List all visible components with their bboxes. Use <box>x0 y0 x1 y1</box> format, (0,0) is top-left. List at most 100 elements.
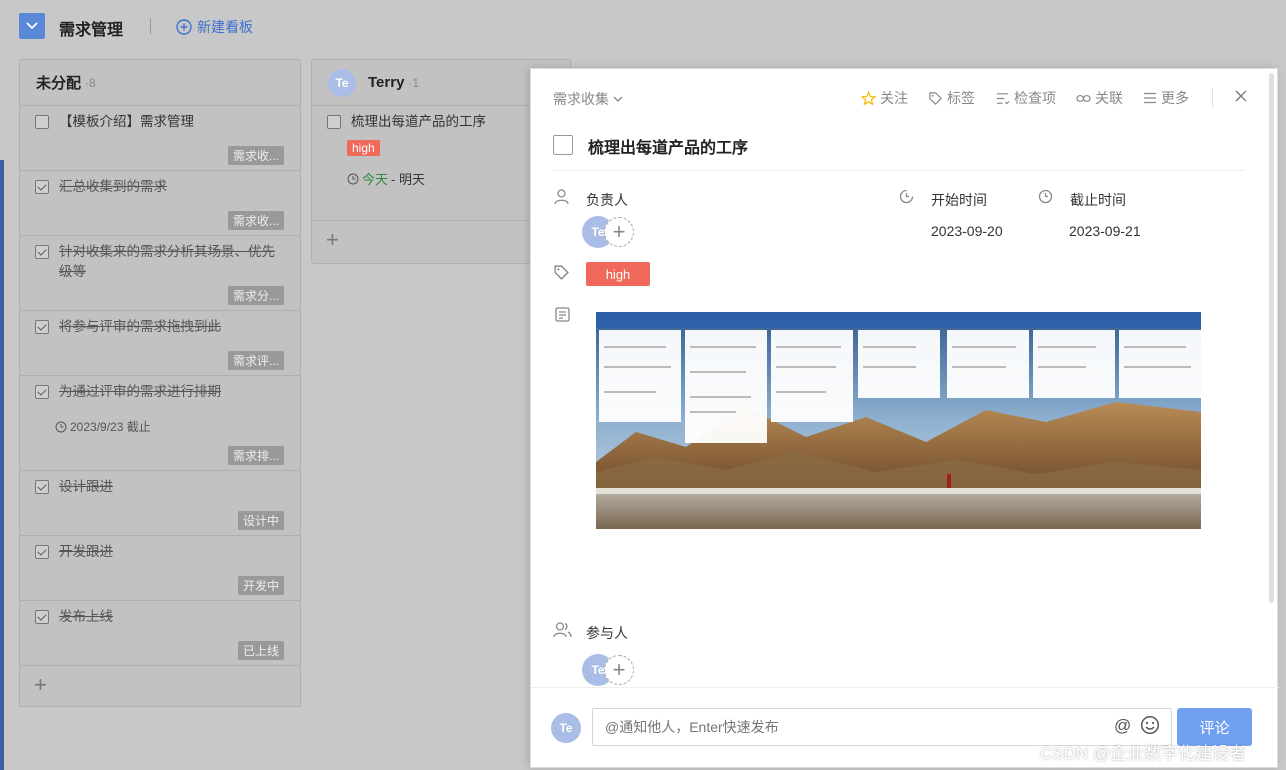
left-nav-stripe <box>0 160 4 770</box>
plus-icon: + <box>612 657 626 682</box>
chevron-down-icon <box>613 96 623 102</box>
task-card[interactable]: 发布上线 已上线 <box>20 601 300 666</box>
task-title: 为通过评审的需求进行排期 <box>59 384 221 399</box>
column-name: Terry <box>368 74 405 91</box>
participants-label: 参与人 <box>586 625 628 641</box>
task-title: 设计跟进 <box>59 479 113 494</box>
panel-header: 需求收集 关注 标签 检查项 关联 更多 <box>531 69 1279 125</box>
start-time-label: 开始时间 <box>931 192 987 208</box>
due-date-text: 2023/9/23 截止 <box>70 420 151 434</box>
tags-label: 标签 <box>947 90 975 106</box>
board-title: 需求管理 <box>59 22 124 39</box>
follow-label: 关注 <box>880 90 908 106</box>
task-title-row: 梳理出每道产品的工序 <box>553 131 1245 171</box>
task-card[interactable]: 【模板介绍】需求管理 需求收... <box>20 106 300 171</box>
avatar: Te <box>551 713 581 743</box>
task-checkbox[interactable] <box>35 480 49 494</box>
close-button[interactable] <box>1235 85 1247 108</box>
user-icon <box>553 188 570 208</box>
task-card[interactable]: 汇总收集到的需求 需求收... <box>20 171 300 236</box>
plus-icon: + <box>326 227 339 252</box>
menu-icon <box>1144 92 1156 104</box>
task-title: 【模板介绍】需求管理 <box>59 114 194 129</box>
emoji-icon[interactable] <box>1140 715 1160 738</box>
task-checkbox[interactable] <box>35 180 49 194</box>
plus-icon: + <box>612 219 626 244</box>
tags-button[interactable]: 标签 <box>928 88 975 108</box>
watermark-text: CSDN @企业数字化建设者 <box>1040 744 1247 763</box>
task-title: 开发跟进 <box>59 544 113 559</box>
follow-button[interactable]: 关注 <box>861 88 908 108</box>
chevron-down-icon <box>26 22 38 30</box>
task-card[interactable]: 针对收集来的需求分析其场景、优先级等 需求分... <box>20 236 300 311</box>
participant-avatars: Te + <box>582 654 634 686</box>
stage-tag: 需求分... <box>227 286 284 305</box>
tag-icon <box>553 264 570 284</box>
stage-tag: 开发中 <box>237 576 284 595</box>
link-button[interactable]: 关联 <box>1076 88 1123 108</box>
checklist-icon <box>996 92 1010 105</box>
stage-tag: 需求评... <box>227 351 284 370</box>
task-checkbox[interactable] <box>35 610 49 624</box>
task-checkbox[interactable] <box>35 115 49 129</box>
task-checkbox[interactable] <box>35 545 49 559</box>
participants-icon <box>553 621 573 641</box>
task-title[interactable]: 梳理出每道产品的工序 <box>588 134 748 158</box>
divider <box>150 18 151 34</box>
start-date-value[interactable]: 2023-09-20 <box>931 223 1003 239</box>
task-checkbox[interactable] <box>35 320 49 334</box>
plus-icon: + <box>34 672 47 697</box>
category-dropdown[interactable]: 需求收集 <box>553 89 623 109</box>
new-board-button[interactable]: 新建看板 <box>176 17 253 37</box>
stage-tag: 需求收... <box>227 211 284 230</box>
priority-tag[interactable]: high <box>586 262 650 286</box>
link-label: 关联 <box>1095 90 1123 106</box>
column-name: 未分配 <box>36 75 82 92</box>
task-card[interactable]: 将参与评审的需求拖拽到此 需求评... <box>20 311 300 376</box>
column-header: 未分配 ·8 <box>20 60 300 106</box>
date-range: 今天 - 明天 <box>347 169 425 188</box>
clock-icon <box>55 421 67 432</box>
task-detail-panel: 需求收集 关注 标签 检查项 关联 更多 梳理出每道产品的工序 负责人 Te +… <box>530 68 1279 768</box>
due-date-value[interactable]: 2023-09-21 <box>1069 223 1141 239</box>
checklist-button[interactable]: 检查项 <box>995 88 1056 108</box>
assignee-label: 负责人 <box>586 192 628 208</box>
task-card[interactable]: 设计跟进 设计中 <box>20 471 300 536</box>
task-checkbox[interactable] <box>35 385 49 399</box>
link-icon <box>1076 94 1091 102</box>
mention-icon[interactable]: @ <box>1114 716 1131 736</box>
task-checkbox[interactable] <box>553 135 573 155</box>
panel-scrollbar[interactable] <box>1269 73 1274 603</box>
task-title: 将参与评审的需求拖拽到此 <box>59 319 221 334</box>
start-clock-icon <box>898 188 915 208</box>
add-card-button[interactable]: + <box>20 666 300 706</box>
task-checkbox[interactable] <box>327 115 341 129</box>
add-assignee-button[interactable]: + <box>604 217 634 247</box>
due-date: 2023/9/23 截止 <box>55 418 151 435</box>
close-icon <box>1235 90 1247 102</box>
due-time-label: 截止时间 <box>1070 192 1126 208</box>
more-button[interactable]: 更多 <box>1143 88 1189 108</box>
stage-tag: 需求排... <box>227 446 284 465</box>
clock-icon <box>347 173 359 184</box>
add-participant-button[interactable]: + <box>604 655 634 685</box>
column-count: ·1 <box>408 75 420 90</box>
task-card[interactable]: 为通过评审的需求进行排期 2023/9/23 截止 需求排... <box>20 376 300 471</box>
category-label: 需求收集 <box>553 91 609 107</box>
plus-circle-icon <box>176 19 192 35</box>
new-board-label: 新建看板 <box>197 19 253 35</box>
column-count: ·8 <box>85 75 96 90</box>
assignee-avatars: Te + <box>582 216 634 248</box>
board-menu-button[interactable] <box>19 13 45 39</box>
more-label: 更多 <box>1161 90 1189 106</box>
task-title: 针对收集来的需求分析其场景、优先级等 <box>59 244 275 279</box>
task-checkbox[interactable] <box>35 245 49 259</box>
stage-tag: 设计中 <box>237 511 284 530</box>
priority-tag: high <box>347 140 380 156</box>
stage-tag: 需求收... <box>227 146 284 165</box>
task-card[interactable]: 开发跟进 开发中 <box>20 536 300 601</box>
tag-icon <box>929 91 942 105</box>
due-clock-icon <box>1037 188 1054 208</box>
star-icon <box>861 90 876 106</box>
task-title: 发布上线 <box>59 609 113 624</box>
